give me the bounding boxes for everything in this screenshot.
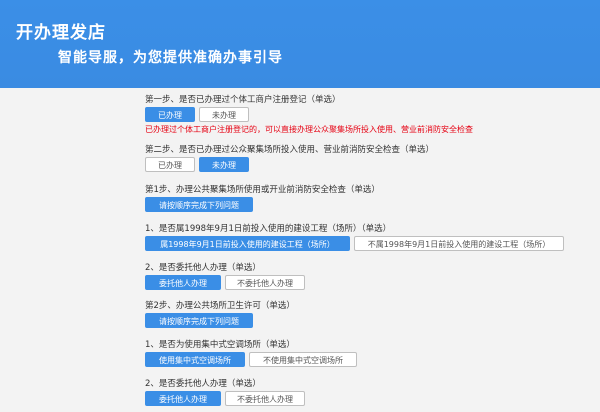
section2-q2-option-b[interactable]: 不委托他人办理 — [225, 391, 305, 406]
section2-q2-question: 2、是否委托他人办理（单选） — [145, 379, 261, 389]
section1-order-button[interactable]: 请按顺序完成下列问题 — [145, 197, 253, 212]
section1-q1-option-a[interactable]: 属1998年9月1日前投入使用的建设工程（场所） — [145, 236, 350, 251]
section1-q1-question: 1、是否属1998年9月1日前投入使用的建设工程（场所）（单选） — [145, 224, 392, 234]
section1-q1-option-b[interactable]: 不属1998年9月1日前投入使用的建设工程（场所） — [354, 236, 564, 251]
step2-question: 第二步、是否已办理过公众聚集场所投入使用、营业前消防安全检查（单选） — [145, 145, 435, 155]
step2-no-button[interactable]: 未办理 — [199, 157, 249, 172]
step1-no-button[interactable]: 未办理 — [199, 107, 249, 122]
section2-q2-option-a[interactable]: 委托他人办理 — [145, 391, 221, 406]
section1-title: 第1步、办理公共聚集场所使用或开业前消防安全检查（单选） — [145, 185, 380, 195]
step1-note: 已办理过个体工商户注册登记的，可以直接办理公众聚集场所投入使用、营业前消防安全检… — [145, 125, 473, 134]
page-subtitle: 智能导服，为您提供准确办事引导 — [58, 50, 283, 66]
section2-q1-option-b[interactable]: 不使用集中式空调场所 — [249, 352, 357, 367]
section1-q2-question: 2、是否委托他人办理（单选） — [145, 263, 261, 273]
section2-order-button[interactable]: 请按顺序完成下列问题 — [145, 313, 253, 328]
section1-q2-option-a[interactable]: 委托他人办理 — [145, 275, 221, 290]
section1-q2-option-b[interactable]: 不委托他人办理 — [225, 275, 305, 290]
step2-yes-button[interactable]: 已办理 — [145, 157, 195, 172]
page-title: 开办理发店 — [16, 23, 106, 43]
step1-yes-button[interactable]: 已办理 — [145, 107, 195, 122]
section2-title: 第2步、办理公共场所卫生许可（单选） — [145, 301, 295, 311]
page-header: 开办理发店 智能导服，为您提供准确办事引导 — [0, 0, 600, 88]
section2-q1-option-a[interactable]: 使用集中式空调场所 — [145, 352, 245, 367]
section2-q1-question: 1、是否为使用集中式空调场所（单选） — [145, 340, 295, 350]
step1-question: 第一步、是否已办理过个体工商户注册登记（单选） — [145, 95, 341, 105]
